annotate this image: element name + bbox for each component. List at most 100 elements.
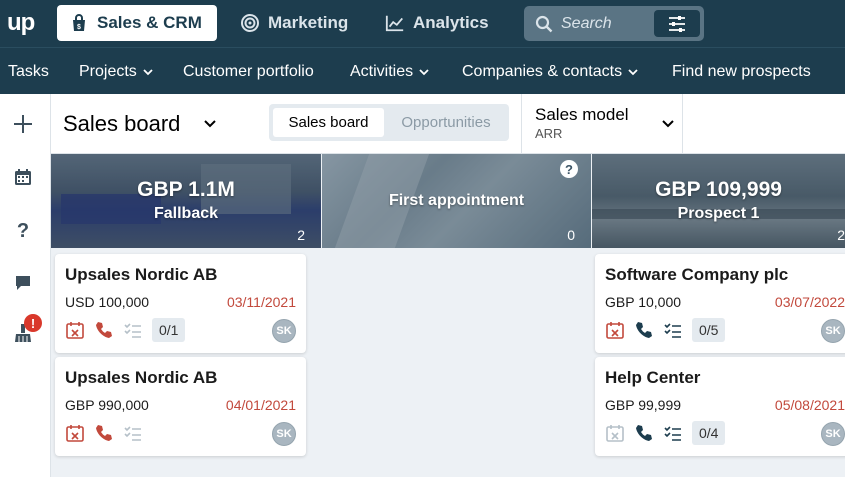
card-value: USD 100,000 [65, 294, 150, 310]
card-date: 03/07/2022 [774, 294, 845, 310]
card-activity-icons: 0/5 [605, 317, 726, 343]
subnav-customer-portfolio[interactable]: Customer portfolio [183, 63, 314, 81]
opportunity-card[interactable]: Help Center GBP 99,999 05/08/2021 0/4 SK [595, 357, 845, 456]
view-toggle: Sales board Opportunities [269, 104, 509, 141]
sales-model-select[interactable]: Sales model ARR [521, 94, 683, 154]
card-date: 03/11/2021 [226, 294, 296, 310]
search-box[interactable] [524, 6, 704, 41]
subnav-tasks[interactable]: Tasks [8, 63, 49, 81]
opportunity-card[interactable]: Upsales Nordic AB USD 100,000 03/11/2021… [55, 254, 306, 353]
tab-sales-crm[interactable]: $ Sales & CRM [57, 5, 217, 41]
stage-count: 2 [837, 227, 845, 243]
subnav-label: Activities [350, 63, 414, 80]
stage-count: 2 [297, 227, 305, 243]
subnav-label: Tasks [8, 63, 49, 80]
card-date: 04/01/2021 [225, 397, 296, 413]
subnav-label: Find new prospects [672, 63, 811, 80]
card-company[interactable]: Upsales Nordic AB [65, 265, 217, 285]
sliders-icon [669, 15, 685, 32]
calendar-overdue-icon[interactable] [605, 320, 625, 340]
opportunity-card[interactable]: Software Company plc GBP 10,000 03/07/20… [595, 254, 845, 353]
card-company[interactable]: Software Company plc [605, 265, 788, 285]
card-company[interactable]: Upsales Nordic AB [65, 368, 217, 388]
target-icon [241, 14, 259, 32]
task-count-badge[interactable]: 0/5 [692, 318, 726, 342]
phone-icon[interactable] [94, 423, 114, 443]
sales-model-label: Sales model [535, 105, 629, 124]
segment-sales-board[interactable]: Sales board [273, 108, 384, 137]
avatar[interactable]: SK [272, 422, 296, 446]
app-logo[interactable]: up [7, 9, 35, 37]
task-count-badge[interactable]: 0/4 [692, 421, 726, 445]
calendar-icon[interactable] [12, 166, 34, 188]
card-value: GBP 10,000 [605, 294, 682, 310]
svg-text:?: ? [17, 220, 29, 240]
stage-amount: GBP 109,999 [655, 178, 782, 201]
stage-header-first-appointment: ? First appointment 0 [322, 154, 591, 248]
subnav-companies-contacts[interactable]: Companies & contacts [462, 63, 638, 81]
checklist-icon[interactable] [663, 423, 683, 443]
card-company[interactable]: Help Center [605, 368, 700, 388]
sales-model-value: ARR [535, 126, 563, 141]
stage-name: Prospect 1 [677, 205, 760, 222]
chevron-down-icon [628, 69, 638, 76]
sub-navigation: Tasks Projects Customer portfolio Activi… [0, 47, 845, 94]
alert-badge: ! [24, 314, 42, 332]
subnav-find-prospects[interactable]: Find new prospects [672, 63, 811, 81]
tab-label: Marketing [268, 13, 349, 32]
help-icon[interactable]: ? [12, 219, 34, 241]
plus-icon[interactable] [12, 113, 34, 135]
stage-name: Fallback [153, 205, 219, 222]
stage-header-prospect-1: GBP 109,999 Prospect 1 2 [592, 154, 845, 248]
calendar-overdue-icon[interactable] [65, 320, 85, 340]
stage-name: First appointment [388, 192, 525, 209]
task-count-badge[interactable]: 0/1 [152, 318, 186, 342]
subnav-label: Customer portfolio [183, 63, 314, 80]
chevron-down-icon [143, 69, 153, 76]
phone-icon[interactable] [634, 423, 654, 443]
board-header: Sales board Sales board Opportunities Sa… [51, 94, 845, 154]
stage-count: 0 [567, 227, 575, 243]
top-bar: up $ Sales & CRM Marketing Analytics [0, 0, 845, 47]
subnav-label: Companies & contacts [462, 63, 623, 80]
card-activity-icons [65, 420, 143, 446]
checklist-icon[interactable] [123, 320, 143, 340]
page-title[interactable]: Sales board [63, 111, 180, 137]
segment-opportunities[interactable]: Opportunities [387, 108, 505, 137]
checklist-icon[interactable] [663, 320, 683, 340]
tab-marketing[interactable]: Marketing [228, 5, 360, 41]
calendar-icon[interactable] [605, 423, 625, 443]
card-activity-icons: 0/1 [65, 317, 186, 343]
help-icon[interactable]: ? [560, 160, 578, 178]
chevron-down-icon [419, 69, 429, 76]
tab-label: Analytics [413, 13, 489, 32]
svg-text:$: $ [77, 24, 81, 31]
calendar-overdue-icon[interactable] [65, 423, 85, 443]
avatar[interactable]: SK [821, 422, 845, 446]
subnav-label: Projects [79, 63, 137, 80]
bag-icon: $ [73, 14, 85, 31]
tab-label: Sales & CRM [97, 13, 202, 32]
avatar[interactable]: SK [272, 319, 296, 343]
stage-header-fallback: GBP 1.1M Fallback 2 [51, 154, 321, 248]
card-value: GBP 99,999 [605, 397, 682, 413]
left-sidebar: ? ! [0, 94, 51, 477]
checklist-icon[interactable] [123, 423, 143, 443]
card-date: 05/08/2021 [774, 397, 845, 413]
tab-analytics[interactable]: Analytics [373, 5, 501, 41]
chevron-down-icon [662, 120, 674, 128]
search-input[interactable] [561, 14, 661, 33]
card-activity-icons: 0/4 [605, 420, 726, 446]
subnav-projects[interactable]: Projects [79, 63, 153, 81]
chart-icon [385, 15, 404, 32]
phone-icon[interactable] [634, 320, 654, 340]
search-icon [535, 15, 553, 32]
subnav-activities[interactable]: Activities [350, 63, 429, 81]
card-value: GBP 990,000 [65, 397, 149, 413]
avatar[interactable]: SK [821, 319, 845, 343]
filter-button[interactable] [654, 10, 700, 37]
phone-icon[interactable] [94, 320, 114, 340]
chat-icon[interactable] [12, 272, 34, 294]
chevron-down-icon[interactable] [203, 116, 217, 130]
opportunity-card[interactable]: Upsales Nordic AB GBP 990,000 04/01/2021… [55, 357, 306, 456]
